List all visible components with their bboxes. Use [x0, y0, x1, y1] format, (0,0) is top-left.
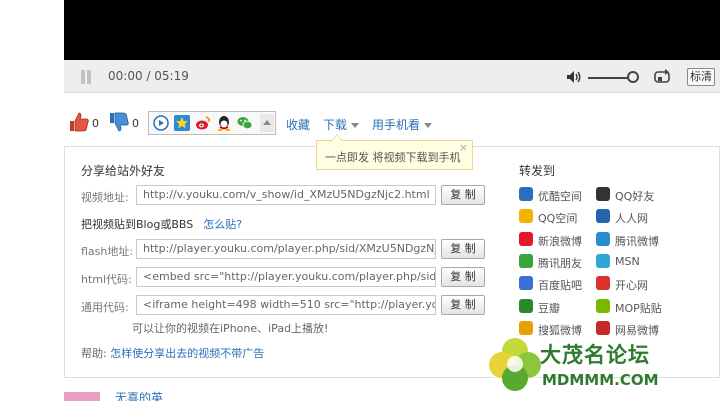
html-code-label: html代码: — [81, 273, 132, 286]
blog-share-title: 把视频贴到Blog或BBS — [81, 218, 194, 231]
forward-item-label: QQ空间 — [538, 212, 578, 226]
forward-item-label: 腾讯微博 — [615, 234, 659, 248]
volume-slider-knob[interactable] — [627, 71, 639, 83]
download-dropdown[interactable]: 下载 — [323, 116, 360, 133]
close-icon[interactable]: × — [459, 141, 468, 154]
forward-item-label: 百度贴吧 — [538, 279, 582, 293]
mop-icon — [596, 298, 610, 313]
forward-title: 转发到 — [519, 164, 556, 178]
baidu-tieba-icon — [519, 276, 533, 291]
mobile-watch-label: 用手机看 — [372, 118, 421, 132]
douban-icon — [519, 298, 533, 313]
html-code-field[interactable]: <embed src="http://player.youku.com/play… — [136, 267, 436, 287]
caret-up-icon[interactable] — [260, 114, 274, 132]
copy-html-button[interactable]: 复 制 — [441, 267, 485, 287]
watermark-en: MDMMM.COM — [542, 371, 659, 389]
related-video-link[interactable]: 无喜的英 — [115, 389, 163, 401]
youku-space-icon — [519, 187, 533, 201]
qzone-icon — [519, 209, 533, 224]
no-ads-help-link[interactable]: 怎样使分享出去的视频不带广告 — [110, 347, 264, 360]
forward-item-label: 优酷空间 — [538, 190, 582, 203]
help-prefix: 帮助: — [81, 347, 107, 360]
video-url-field[interactable]: http://v.youku.com/v_show/id_XMzU5NDgzNj… — [136, 185, 436, 205]
youku-space-icon[interactable] — [153, 115, 169, 131]
watermark-logo — [488, 337, 542, 391]
copy-generic-button[interactable]: 复 制 — [441, 295, 485, 315]
forward-item-label: MOP贴贴 — [615, 301, 662, 315]
forward-item-label: 新浪微博 — [538, 234, 582, 248]
time-display: 00:00 / 05:19 — [108, 69, 189, 83]
copy-flash-button[interactable]: 复 制 — [441, 239, 485, 259]
site-watermark: 大茂名论坛 MDMMM.COM — [486, 335, 720, 393]
sina-weibo-icon — [519, 231, 533, 246]
quality-button[interactable]: 标清 — [687, 68, 715, 86]
flash-url-label: flash地址: — [81, 245, 134, 258]
forward-item-label: MSN — [615, 254, 640, 268]
collect-link[interactable]: 收藏 — [286, 116, 310, 133]
forward-item-label: 腾讯朋友 — [538, 256, 582, 270]
netease-weibo-icon — [596, 320, 610, 335]
forward-item-label: 人人网 — [615, 212, 648, 226]
dislike-count: 0 — [132, 117, 139, 130]
generic-code-field[interactable]: <iframe height=498 width=510 src="http:/… — [136, 295, 436, 315]
wechat-icon[interactable] — [237, 115, 253, 131]
share-panel-title: 分享给站外好友 — [81, 164, 166, 178]
help-line: 帮助: 怎样使分享出去的视频不带广告 — [81, 345, 264, 361]
qzone-icon[interactable] — [174, 115, 190, 131]
chevron-down-icon — [424, 123, 433, 128]
like-count: 0 — [92, 117, 99, 130]
msn-icon — [596, 253, 610, 268]
download-label: 下载 — [323, 118, 348, 132]
player-controls: 00:00 / 05:19 标清 — [64, 60, 720, 93]
pause-icon[interactable] — [80, 70, 92, 84]
qq-friend-icon — [596, 187, 610, 201]
video-screen[interactable] — [64, 0, 720, 60]
video-thumbnail[interactable] — [64, 392, 100, 401]
tencent-pengyou-icon — [519, 253, 533, 268]
download-tooltip: 一点即发 将视频下载到手机 × — [316, 134, 473, 170]
copy-video-url-button[interactable]: 复 制 — [441, 185, 485, 205]
forward-item-label: QQ好友 — [615, 190, 655, 203]
forward-item-label: 豆瓣 — [538, 301, 560, 315]
thumbs-up-icon — [70, 112, 89, 132]
forward-item-label: 开心网 — [615, 279, 648, 293]
mobile-watch-dropdown[interactable]: 用手机看 — [372, 116, 433, 133]
tencent-weibo-icon — [596, 231, 610, 246]
action-bar: 0 0 收藏 下载 用手机看 — [64, 108, 720, 140]
kaixin-icon — [596, 276, 610, 291]
blog-share-heading: 把视频贴到Blog或BBS 怎么贴? — [81, 216, 242, 232]
video-url-label: 视频地址: — [81, 191, 129, 204]
quick-share-bar — [148, 111, 276, 135]
chevron-down-icon — [351, 123, 360, 128]
volume-icon[interactable] — [566, 70, 582, 84]
thumbs-down-icon — [110, 112, 129, 132]
qq-icon[interactable] — [216, 115, 232, 131]
renren-icon — [596, 209, 610, 224]
flash-url-field[interactable]: http://player.youku.com/player.php/sid/X… — [136, 239, 436, 259]
how-to-link[interactable]: 怎么贴? — [203, 218, 242, 231]
download-tooltip-text: 一点即发 将视频下载到手机 — [325, 151, 461, 164]
iphone-ipad-note: 可以让你的视频在iPhone、iPad上播放! — [132, 322, 329, 335]
sina-weibo-icon[interactable] — [195, 115, 211, 131]
loop-icon[interactable] — [653, 69, 671, 85]
volume-slider-track[interactable] — [588, 77, 632, 79]
sohu-weibo-icon — [519, 320, 533, 335]
watermark-cn: 大茂名论坛 — [540, 343, 650, 367]
generic-code-label: 通用代码: — [81, 301, 129, 314]
